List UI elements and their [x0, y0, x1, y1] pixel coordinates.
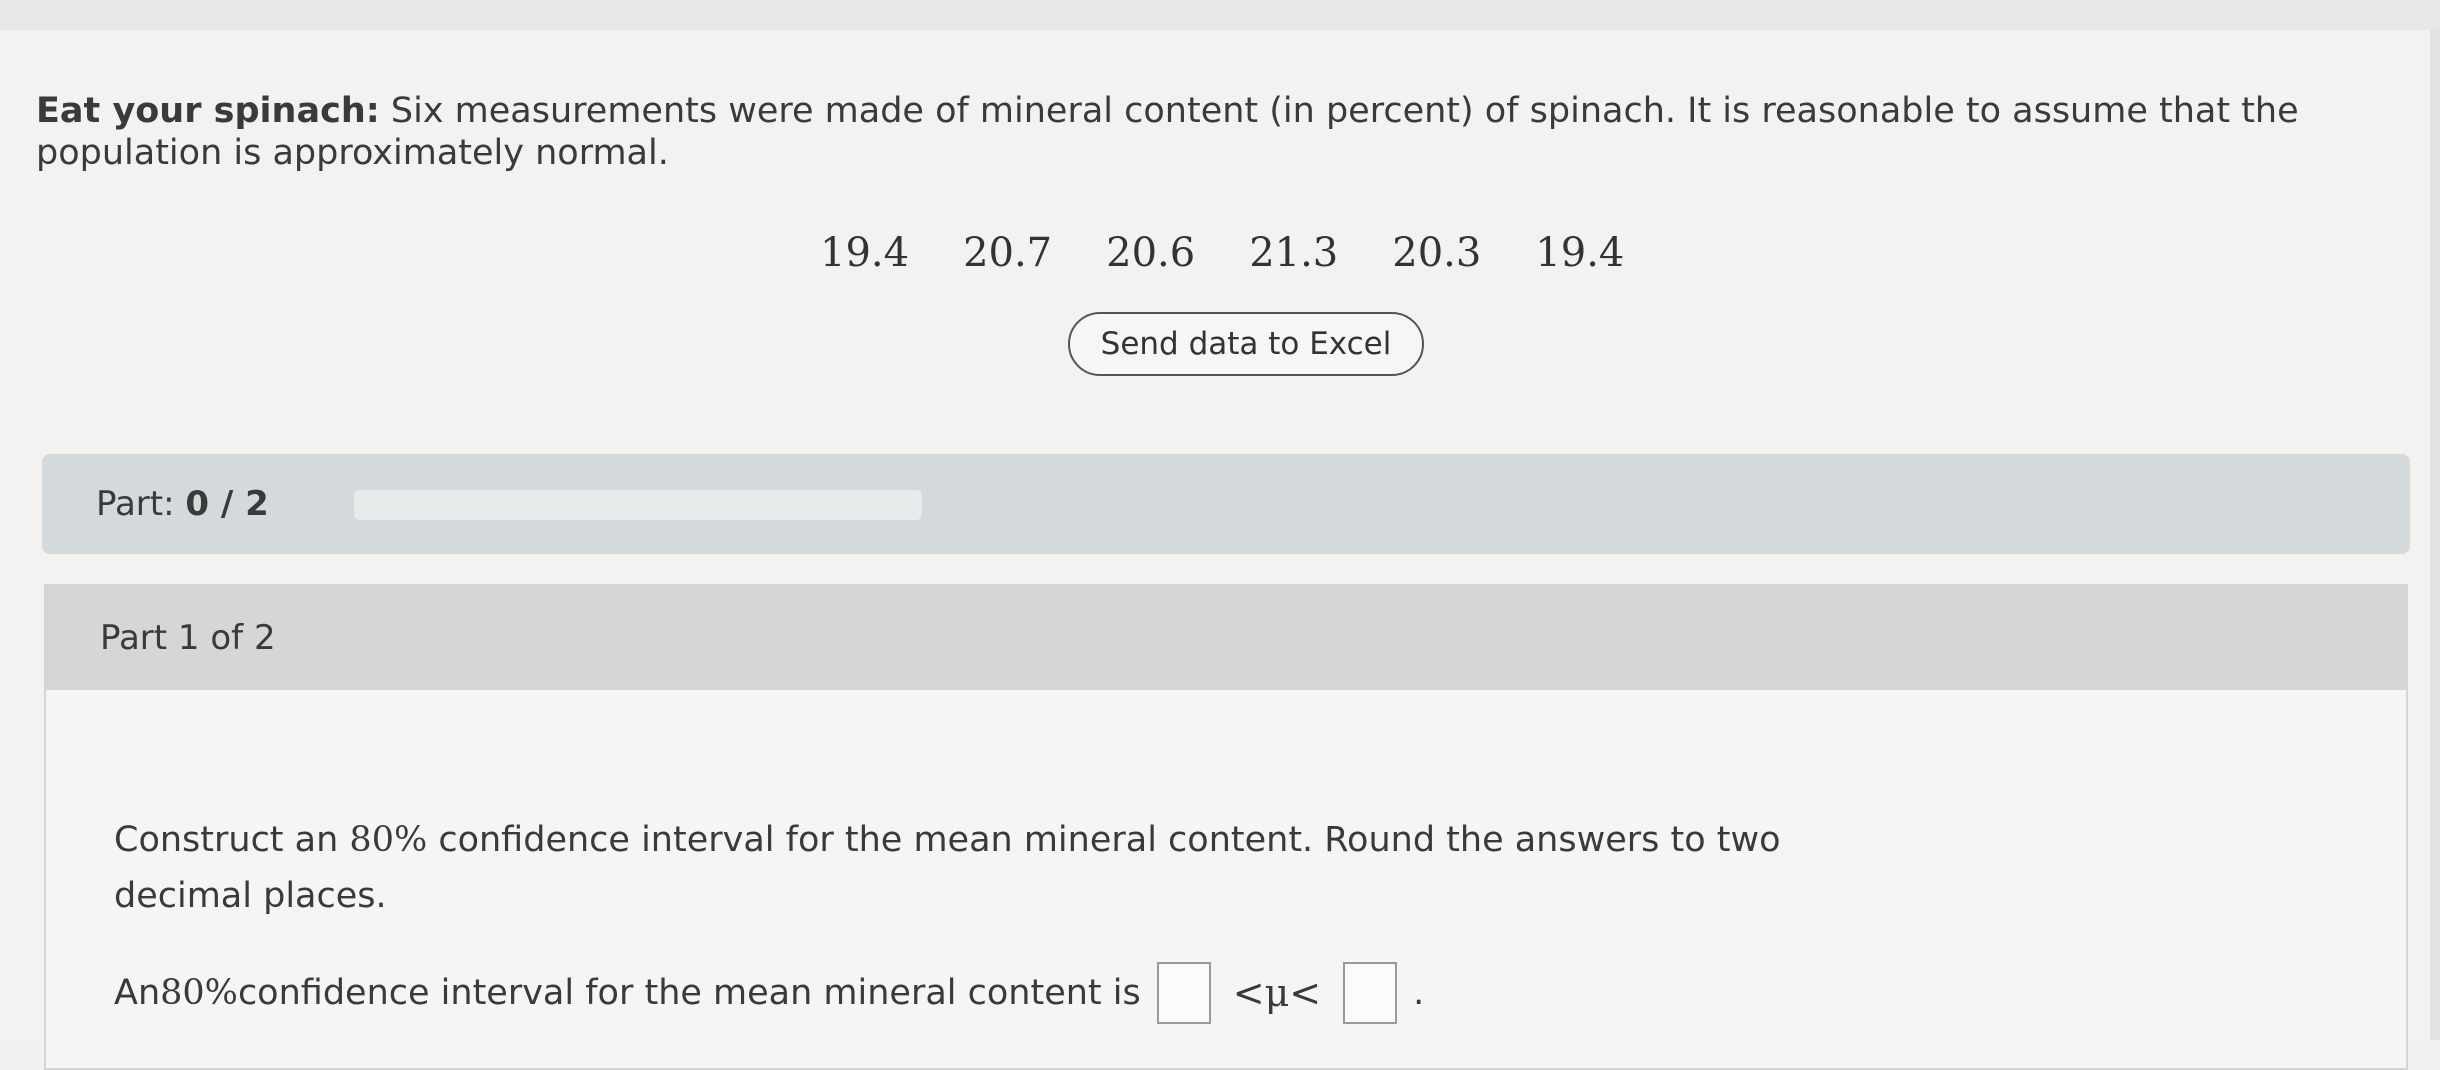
part-progress-bar: Part: 0 / 2 [42, 454, 2410, 554]
part-progress-label: Part: 0 / 2 [96, 484, 269, 524]
data-value: 19.4 [820, 230, 910, 276]
progress-track [354, 490, 922, 520]
top-strip [0, 0, 2440, 32]
problem-title: Eat your spinach: [36, 91, 380, 131]
data-value: 21.3 [1249, 230, 1339, 276]
problem-statement: Eat your spinach: Six measurements were … [36, 90, 2396, 174]
data-value: 19.4 [1535, 230, 1625, 276]
data-value: 20.7 [963, 230, 1053, 276]
question-text-start: Construct an [114, 820, 350, 860]
upper-bound-input[interactable] [1343, 962, 1398, 1024]
part-progress-prefix: Part: [96, 484, 175, 524]
send-to-excel-button[interactable]: Send data to Excel [1068, 312, 1424, 376]
lower-bound-input[interactable] [1156, 962, 1211, 1024]
part-progress-value: 0 / 2 [185, 484, 269, 524]
data-value: 20.3 [1392, 230, 1482, 276]
answer-prefix: An [114, 973, 161, 1013]
question-percent: 80% [349, 820, 428, 860]
part-header-label: Part 1 of 2 [100, 618, 276, 658]
answer-mid-text: confidence interval for the mean mineral… [237, 973, 1141, 1013]
mu-inequality: <μ< [1232, 971, 1322, 1015]
answer-period: . [1413, 973, 1425, 1013]
question-text: Construct an 80% confidence interval for… [114, 812, 1834, 924]
data-values: 19.4 20.7 20.6 21.3 20.3 19.4 [820, 230, 1678, 276]
data-value: 20.6 [1106, 230, 1196, 276]
right-edge-scroll-area [2430, 30, 2440, 1040]
answer-line: An 80% confidence interval for the mean … [114, 962, 1424, 1024]
problem-page: Eat your spinach: Six measurements were … [0, 30, 2440, 1070]
part-panel: Part 1 of 2 Construct an 80% confidence … [44, 584, 2408, 1070]
answer-percent: 80% [160, 973, 238, 1013]
part-header: Part 1 of 2 [46, 586, 2406, 690]
